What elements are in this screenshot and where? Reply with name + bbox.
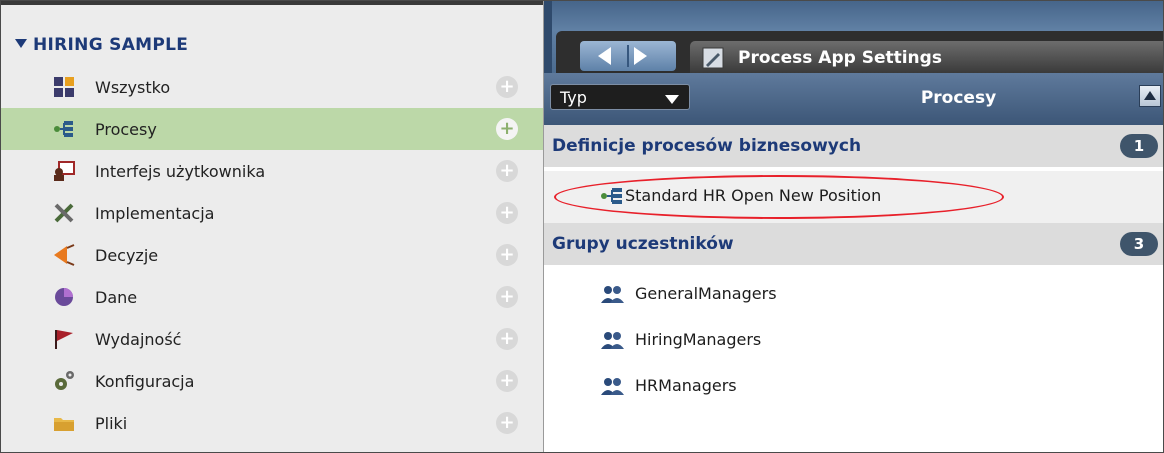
header-bar: Process App Settings	[544, 1, 1163, 73]
library-sidebar: HIRING SAMPLE Wszystko + Procesy + Inter…	[1, 1, 544, 452]
section-title: Grupy uczestników	[552, 234, 734, 254]
sidebar-item-wydajnosc[interactable]: Wydajność +	[1, 318, 543, 360]
sidebar-item-interfejs[interactable]: Interfejs użytkownika +	[1, 150, 543, 192]
sidebar-item-label: Decyzje	[95, 245, 159, 265]
sidebar-item-label: Pliki	[95, 413, 128, 433]
add-button[interactable]: +	[496, 370, 518, 392]
decision-icon	[54, 244, 75, 266]
group-icon	[601, 332, 624, 349]
filter-bar: Typ Procesy	[544, 73, 1163, 125]
gears-icon	[55, 371, 74, 390]
sidebar-item-pliki[interactable]: Pliki +	[1, 402, 543, 444]
all-tiles-icon	[54, 77, 74, 97]
project-title[interactable]: HIRING SAMPLE	[15, 35, 188, 55]
list-item-group[interactable]: GeneralManagers	[544, 271, 1163, 317]
add-button[interactable]: +	[496, 286, 518, 308]
collapse-button[interactable]	[1139, 85, 1161, 107]
list-item-group[interactable]: HiringManagers	[544, 317, 1163, 363]
folder-icon	[54, 418, 74, 431]
sidebar-item-label: Wszystko	[95, 77, 171, 97]
list-item-process[interactable]: Standard HR Open New Position	[544, 171, 1163, 223]
tab-process-app-settings[interactable]: Process App Settings	[690, 41, 1163, 73]
add-button[interactable]: +	[496, 328, 518, 350]
sidebar-item-label: Dane	[95, 287, 138, 307]
sidebar-item-label: Wydajność	[95, 329, 182, 349]
process-icon	[54, 121, 73, 137]
filter-title: Procesy	[920, 88, 997, 108]
group-icon	[601, 286, 624, 303]
back-arrow-icon[interactable]	[598, 47, 611, 65]
library-nav: Wszystko + Procesy + Interfejs użytkowni…	[1, 66, 543, 444]
app-window: HIRING SAMPLE Wszystko + Procesy + Inter…	[0, 0, 1164, 453]
highlight-annotation	[554, 175, 1004, 219]
group-icon	[601, 378, 624, 395]
sidebar-item-label: Konfiguracja	[95, 371, 195, 391]
add-button[interactable]: +	[496, 118, 518, 140]
add-button[interactable]: +	[496, 412, 518, 434]
main-panel: Process App Settings Typ Procesy Definic…	[544, 1, 1163, 452]
user-interface-icon	[54, 161, 75, 181]
tab-title: Process App Settings	[738, 48, 942, 68]
section-count-badge: 3	[1120, 232, 1158, 256]
settings-document-icon	[702, 47, 724, 69]
add-button[interactable]: +	[496, 202, 518, 224]
sidebar-item-wszystko[interactable]: Wszystko +	[1, 66, 543, 108]
sidebar-item-dane[interactable]: Dane +	[1, 276, 543, 318]
section-header-participant-groups[interactable]: Grupy uczestników 3	[544, 223, 1163, 265]
section-header-business-processes[interactable]: Definicje procesów biznesowych 1	[544, 125, 1163, 167]
group-name: HiringManagers	[635, 330, 762, 349]
group-name: GeneralManagers	[635, 284, 777, 303]
sidebar-item-label: Implementacja	[95, 203, 215, 223]
section-title: Definicje procesów biznesowych	[552, 136, 862, 156]
forward-arrow-icon[interactable]	[634, 47, 647, 65]
top-border	[1, 1, 543, 5]
flag-icon	[55, 330, 73, 349]
collapse-triangle-icon[interactable]	[15, 39, 27, 48]
sidebar-item-procesy[interactable]: Procesy +	[1, 108, 543, 150]
add-button[interactable]: +	[496, 76, 518, 98]
tools-icon	[54, 203, 74, 223]
sidebar-item-label: Interfejs użytkownika	[95, 161, 266, 181]
project-title-label: HIRING SAMPLE	[33, 35, 189, 55]
sidebar-item-implementacja[interactable]: Implementacja +	[1, 192, 543, 234]
sidebar-item-konfiguracja[interactable]: Konfiguracja +	[1, 360, 543, 402]
list-item-group[interactable]: HRManagers	[544, 363, 1163, 409]
section-count-badge: 1	[1120, 134, 1158, 158]
chevron-up-icon	[1144, 91, 1156, 100]
add-button[interactable]: +	[496, 244, 518, 266]
group-name: HRManagers	[635, 376, 737, 395]
data-icon	[55, 288, 73, 306]
history-nav	[580, 41, 676, 71]
add-button[interactable]: +	[496, 160, 518, 182]
arrow-separator	[627, 45, 629, 67]
sidebar-item-label: Procesy	[95, 119, 157, 139]
sidebar-item-decyzje[interactable]: Decyzje +	[1, 234, 543, 276]
header-edge	[544, 1, 552, 73]
